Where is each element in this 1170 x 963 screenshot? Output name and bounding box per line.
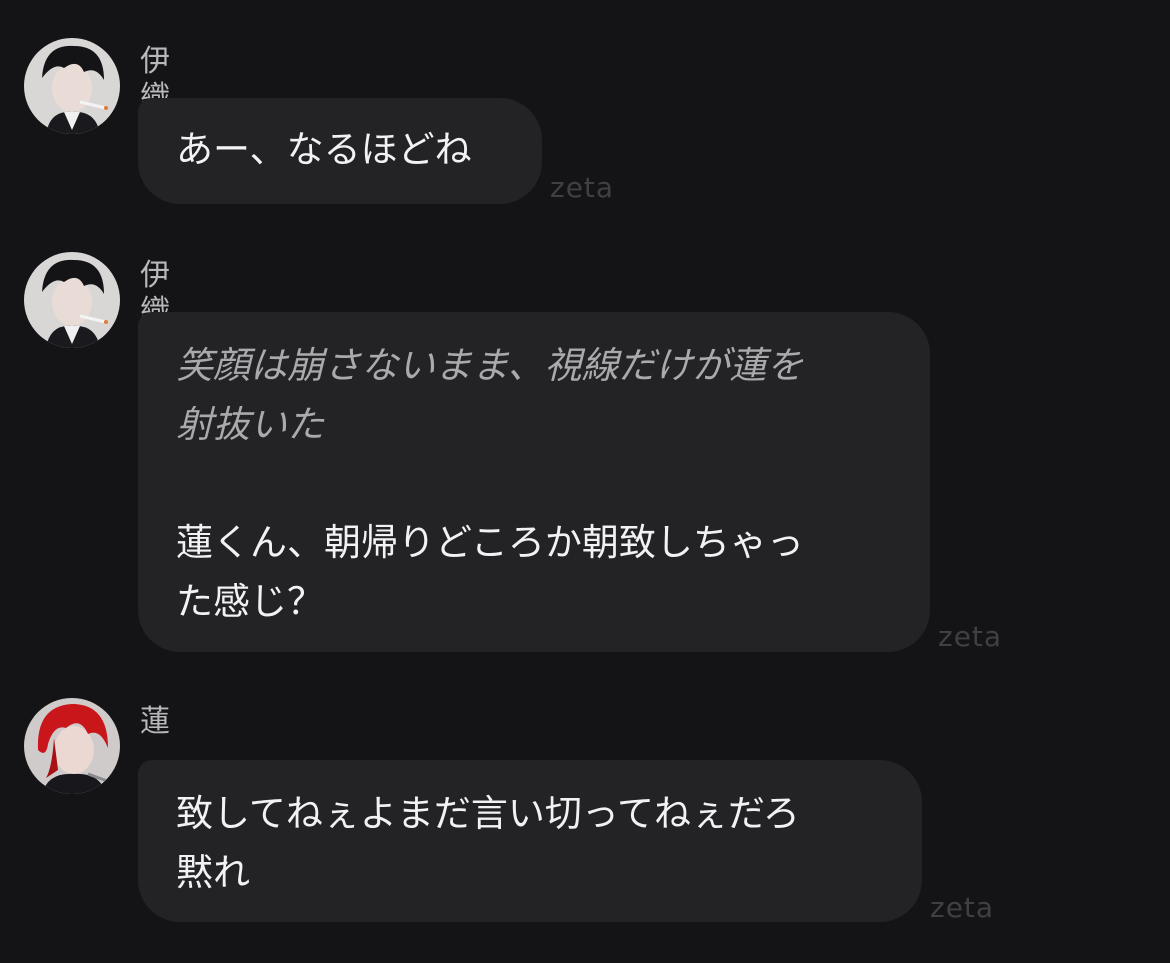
avatar[interactable] <box>24 698 120 794</box>
sender-name: 蓮 <box>140 704 170 739</box>
message-bubble[interactable]: 致してねぇよまだ言い切ってねぇだろ 黙れ <box>138 760 922 922</box>
narration-text: 射抜いた <box>176 403 324 446</box>
watermark-label: zeta <box>550 171 615 204</box>
dark-hair-character-avatar-icon <box>24 38 120 134</box>
message-text: た感じ？ <box>176 580 324 623</box>
message-text: 致してねぇよまだ言い切ってねぇだろ <box>176 792 800 835</box>
message-text: あー、なるほどね <box>176 128 472 171</box>
chat-thread: 伊織 あー、なるほどね zeta 伊織 笑顔は崩さないまま、視線だけが蓮を 射抜… <box>0 0 1170 963</box>
message-text: 蓮くん、朝帰りどころか朝致しちゃっ <box>176 521 804 564</box>
message-text: 黙れ <box>176 851 250 894</box>
watermark-label: zeta <box>938 620 1003 653</box>
avatar[interactable] <box>24 38 120 134</box>
dark-hair-character-avatar-icon <box>24 252 120 348</box>
watermark-label: zeta <box>930 891 995 924</box>
avatar[interactable] <box>24 252 120 348</box>
message-bubble[interactable]: あー、なるほどね <box>138 98 542 204</box>
message-bubble[interactable]: 笑顔は崩さないまま、視線だけが蓮を 射抜いた 蓮くん、朝帰りどころか朝致しちゃっ… <box>138 312 930 652</box>
red-hair-character-avatar-icon <box>24 698 120 794</box>
narration-text: 笑顔は崩さないまま、視線だけが蓮を <box>176 344 804 387</box>
